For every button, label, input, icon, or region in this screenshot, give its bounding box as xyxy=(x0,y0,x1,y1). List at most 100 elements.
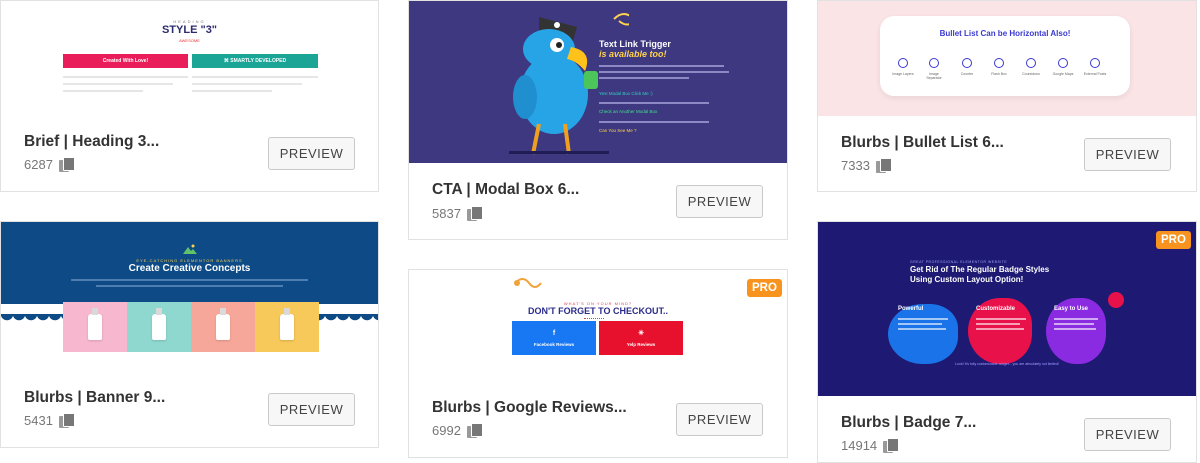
copy-icon xyxy=(58,157,75,172)
template-card-badge: GREAT PROFESSIONAL ELEMENTOR WEBSITE Get… xyxy=(817,221,1197,463)
count-value: 6287 xyxy=(24,157,53,172)
thumb-text-line xyxy=(976,328,1024,330)
thumb-badge-shape xyxy=(888,304,958,364)
thumb-text-line xyxy=(599,77,689,79)
yelp-icon: ✳ xyxy=(638,330,644,337)
card-download-count: 5431 xyxy=(24,413,75,428)
bottle-icon xyxy=(280,308,294,340)
thumb-footnote: Look! It's fully customizable widget... … xyxy=(955,362,1059,366)
thumb-heading: Create Creative Concepts xyxy=(128,263,251,274)
bullet-icon xyxy=(1058,58,1068,68)
thumb-text-line xyxy=(192,76,318,78)
thumb-heading: Get Rid of The Regular Badge Styles Usin… xyxy=(910,265,1049,285)
thumb-text-line xyxy=(898,328,946,330)
thumb-product-tile xyxy=(191,302,255,352)
bullet-label: Counter xyxy=(960,72,974,76)
thumb-heading: Text Link Trigger is available too! xyxy=(599,39,671,60)
card-download-count: 6992 xyxy=(432,423,483,438)
card-title[interactable]: Blurbs | Google Reviews... xyxy=(432,399,627,417)
bullet-label: Flash Box xyxy=(991,72,1007,76)
card-title[interactable]: Blurbs | Badge 7... xyxy=(841,414,976,432)
bullet-label: Countdown xyxy=(1022,72,1040,76)
count-value: 5431 xyxy=(24,413,53,428)
copy-icon xyxy=(875,158,892,173)
preview-button[interactable]: PREVIEW xyxy=(268,137,355,170)
card-download-count: 5837 xyxy=(432,206,483,221)
bullet-label: External Posts xyxy=(1083,72,1107,76)
template-thumbnail[interactable]: Bullet List Can be Horizontal Also! Imag… xyxy=(818,1,1196,116)
thumb-column-title: Powerful xyxy=(898,306,924,312)
copy-icon xyxy=(466,206,483,221)
thumb-text-line xyxy=(976,323,1020,325)
copy-icon xyxy=(58,413,75,428)
count-value: 7333 xyxy=(841,158,870,173)
thumb-heading-line: Using Custom Layout Option! xyxy=(910,275,1024,284)
bullet-icon xyxy=(1090,58,1100,68)
thumb-link: Yes! Modal Box Click Me :) xyxy=(599,91,653,96)
template-card-google-reviews: WHAT'S ON YOUR MIND? DON'T FORGET TO CHE… xyxy=(408,269,788,458)
template-card-bullet-list: Bullet List Can be Horizontal Also! Imag… xyxy=(817,0,1197,192)
thumb-product-tile xyxy=(63,302,127,352)
thumb-text-line xyxy=(976,318,1026,320)
thumb-heading-emphasis: is available too! xyxy=(599,49,667,60)
thumb-panel: Bullet List Can be Horizontal Also! Imag… xyxy=(880,16,1130,96)
thumb-text-line xyxy=(63,83,173,85)
bottle-icon xyxy=(152,308,166,340)
copy-icon xyxy=(883,438,900,453)
preview-button[interactable]: PREVIEW xyxy=(676,403,763,436)
card-title[interactable]: CTA | Modal Box 6... xyxy=(432,181,579,199)
thumb-text-line xyxy=(192,90,272,92)
thumb-heading: DON'T FORGET TO CHECKOUT.. xyxy=(528,306,668,316)
thumb-text-line xyxy=(1054,318,1098,320)
template-thumbnail[interactable]: GREAT PROFESSIONAL ELEMENTOR WEBSITE Get… xyxy=(818,222,1196,396)
thumb-review-box-facebook: f Facebook Reviews xyxy=(512,321,596,355)
preview-button[interactable]: PREVIEW xyxy=(268,393,355,426)
thumb-text-line xyxy=(71,279,308,281)
thumb-badge-shape xyxy=(1108,292,1124,308)
thumb-button-left: Created With Love! xyxy=(63,54,188,68)
thumb-text-line xyxy=(599,71,729,73)
thumb-column-title: Easy to Use xyxy=(1054,306,1089,312)
thumb-text-line xyxy=(599,65,724,67)
thumb-text-line xyxy=(63,76,188,78)
template-card-modal-box: Text Link Trigger is available too! Yes!… xyxy=(408,0,788,240)
review-box-label: Yelp Reviews xyxy=(626,342,656,347)
thumb-heading-line: Text Link Trigger xyxy=(599,39,671,49)
thumb-tag: AWESOME xyxy=(179,38,200,43)
bullet-icon xyxy=(962,58,972,68)
mountain-logo-icon xyxy=(183,244,197,254)
card-download-count: 7333 xyxy=(841,158,892,173)
template-thumbnail[interactable]: HEADING STYLE "3" AWESOME Created With L… xyxy=(1,1,378,109)
key-illustration-icon xyxy=(514,278,542,288)
parrot-illustration-icon xyxy=(509,13,629,155)
thumb-text-line xyxy=(96,285,283,287)
bullet-icon xyxy=(929,58,939,68)
thumb-text-line xyxy=(898,318,948,320)
template-thumbnail[interactable]: EYE-CATCHING ELEMENTOR BANNERS Create Cr… xyxy=(1,222,378,362)
bullet-icon xyxy=(1026,58,1036,68)
card-title[interactable]: Blurbs | Banner 9... xyxy=(24,389,165,407)
preview-button[interactable]: PREVIEW xyxy=(676,185,763,218)
thumb-heading: Bullet List Can be Horizontal Also! xyxy=(939,29,1071,38)
template-thumbnail[interactable]: WHAT'S ON YOUR MIND? DON'T FORGET TO CHE… xyxy=(409,270,787,370)
bullet-icon xyxy=(994,58,1004,68)
card-download-count: 14914 xyxy=(841,438,900,453)
count-value: 6992 xyxy=(432,423,461,438)
copy-icon xyxy=(466,423,483,438)
card-title[interactable]: Blurbs | Bullet List 6... xyxy=(841,134,1004,152)
bullet-icon xyxy=(898,58,908,68)
count-value: 14914 xyxy=(841,438,878,453)
review-box-label: Facebook Reviews xyxy=(533,341,575,347)
pro-badge: PRO xyxy=(747,279,782,297)
preview-button[interactable]: PREVIEW xyxy=(1084,418,1171,451)
thumb-text-line xyxy=(1054,323,1094,325)
thumb-button-right: ⌘ SMARTLY DEVELOPED xyxy=(192,54,318,68)
preview-button[interactable]: PREVIEW xyxy=(1084,138,1171,171)
thumb-subheading: GREAT PROFESSIONAL ELEMENTOR WEBSITE xyxy=(910,260,1008,264)
template-card-banner: EYE-CATCHING ELEMENTOR BANNERS Create Cr… xyxy=(0,221,379,448)
template-thumbnail[interactable]: Text Link Trigger is available too! Yes!… xyxy=(409,1,787,163)
bullet-label: Image Layers xyxy=(892,72,914,76)
thumb-text-line xyxy=(1054,328,1096,330)
template-card-heading: HEADING STYLE "3" AWESOME Created With L… xyxy=(0,0,379,192)
card-title[interactable]: Brief | Heading 3... xyxy=(24,133,159,151)
